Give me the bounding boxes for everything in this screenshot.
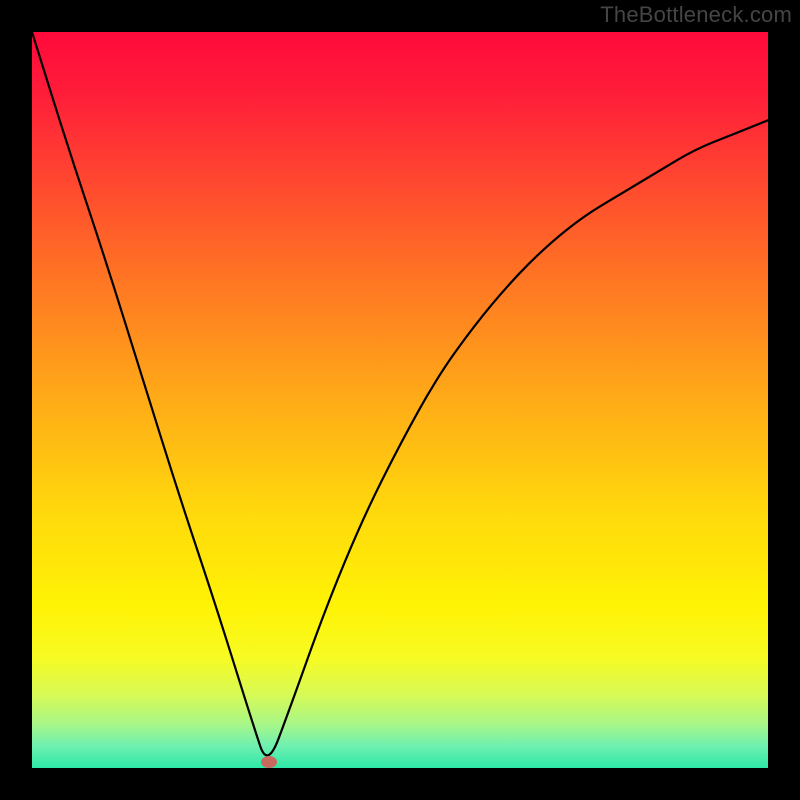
bottleneck-curve-chart [32, 32, 768, 768]
plot-area [32, 32, 768, 768]
chart-frame: TheBottleneck.com [0, 0, 800, 800]
gradient-background [32, 32, 768, 768]
watermark-text: TheBottleneck.com [600, 2, 792, 28]
optimal-point-marker [261, 756, 277, 768]
